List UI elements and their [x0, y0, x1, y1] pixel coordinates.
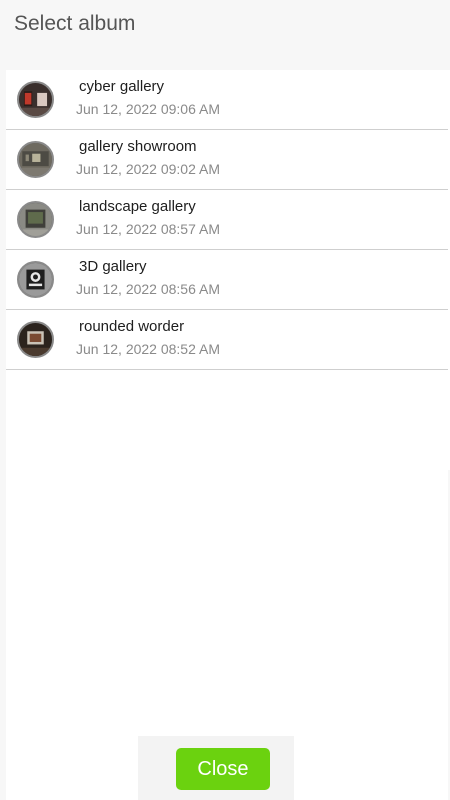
dialog-title: Select album [14, 12, 136, 35]
album-date: Jun 12, 2022 09:02 AM [76, 161, 220, 177]
album-list: cyber gallery Jun 12, 2022 09:06 AM gall… [6, 70, 448, 370]
album-list-panel: cyber gallery Jun 12, 2022 09:06 AM gall… [6, 70, 448, 800]
album-thumbnail [17, 261, 54, 298]
album-date: Jun 12, 2022 08:56 AM [76, 281, 220, 297]
close-button[interactable]: Close [176, 748, 270, 790]
album-date: Jun 12, 2022 09:06 AM [76, 101, 220, 117]
album-name: landscape gallery [79, 198, 196, 215]
album-date: Jun 12, 2022 08:57 AM [76, 221, 220, 237]
album-thumbnail [17, 141, 54, 178]
album-row-landscape-gallery[interactable]: landscape gallery Jun 12, 2022 08:57 AM [6, 190, 448, 250]
cyber-gallery-thumbnail-image [19, 83, 52, 116]
album-thumbnail [17, 201, 54, 238]
album-thumbnail [17, 81, 54, 118]
landscape-gallery-thumbnail-image [19, 203, 52, 236]
album-name: rounded worder [79, 318, 185, 335]
album-row-gallery-showroom[interactable]: gallery showroom Jun 12, 2022 09:02 AM [6, 130, 448, 190]
gallery-showroom-thumbnail-image [19, 143, 52, 176]
album-thumbnail [17, 321, 54, 358]
dialog-header: Select album [0, 0, 450, 70]
album-row-cyber-gallery[interactable]: cyber gallery Jun 12, 2022 09:06 AM [6, 70, 448, 130]
dialog-footer: Close [138, 736, 294, 800]
rounded-worder-thumbnail-image [19, 323, 52, 356]
album-row-rounded-worder[interactable]: rounded worder Jun 12, 2022 08:52 AM [6, 310, 448, 370]
album-date: Jun 12, 2022 08:52 AM [76, 341, 220, 357]
album-row-3d-gallery[interactable]: 3D gallery Jun 12, 2022 08:56 AM [6, 250, 448, 310]
album-name: cyber gallery [79, 78, 165, 95]
album-name: 3D gallery [79, 258, 147, 275]
album-name: gallery showroom [79, 138, 197, 155]
3d-gallery-thumbnail-image [19, 263, 52, 296]
